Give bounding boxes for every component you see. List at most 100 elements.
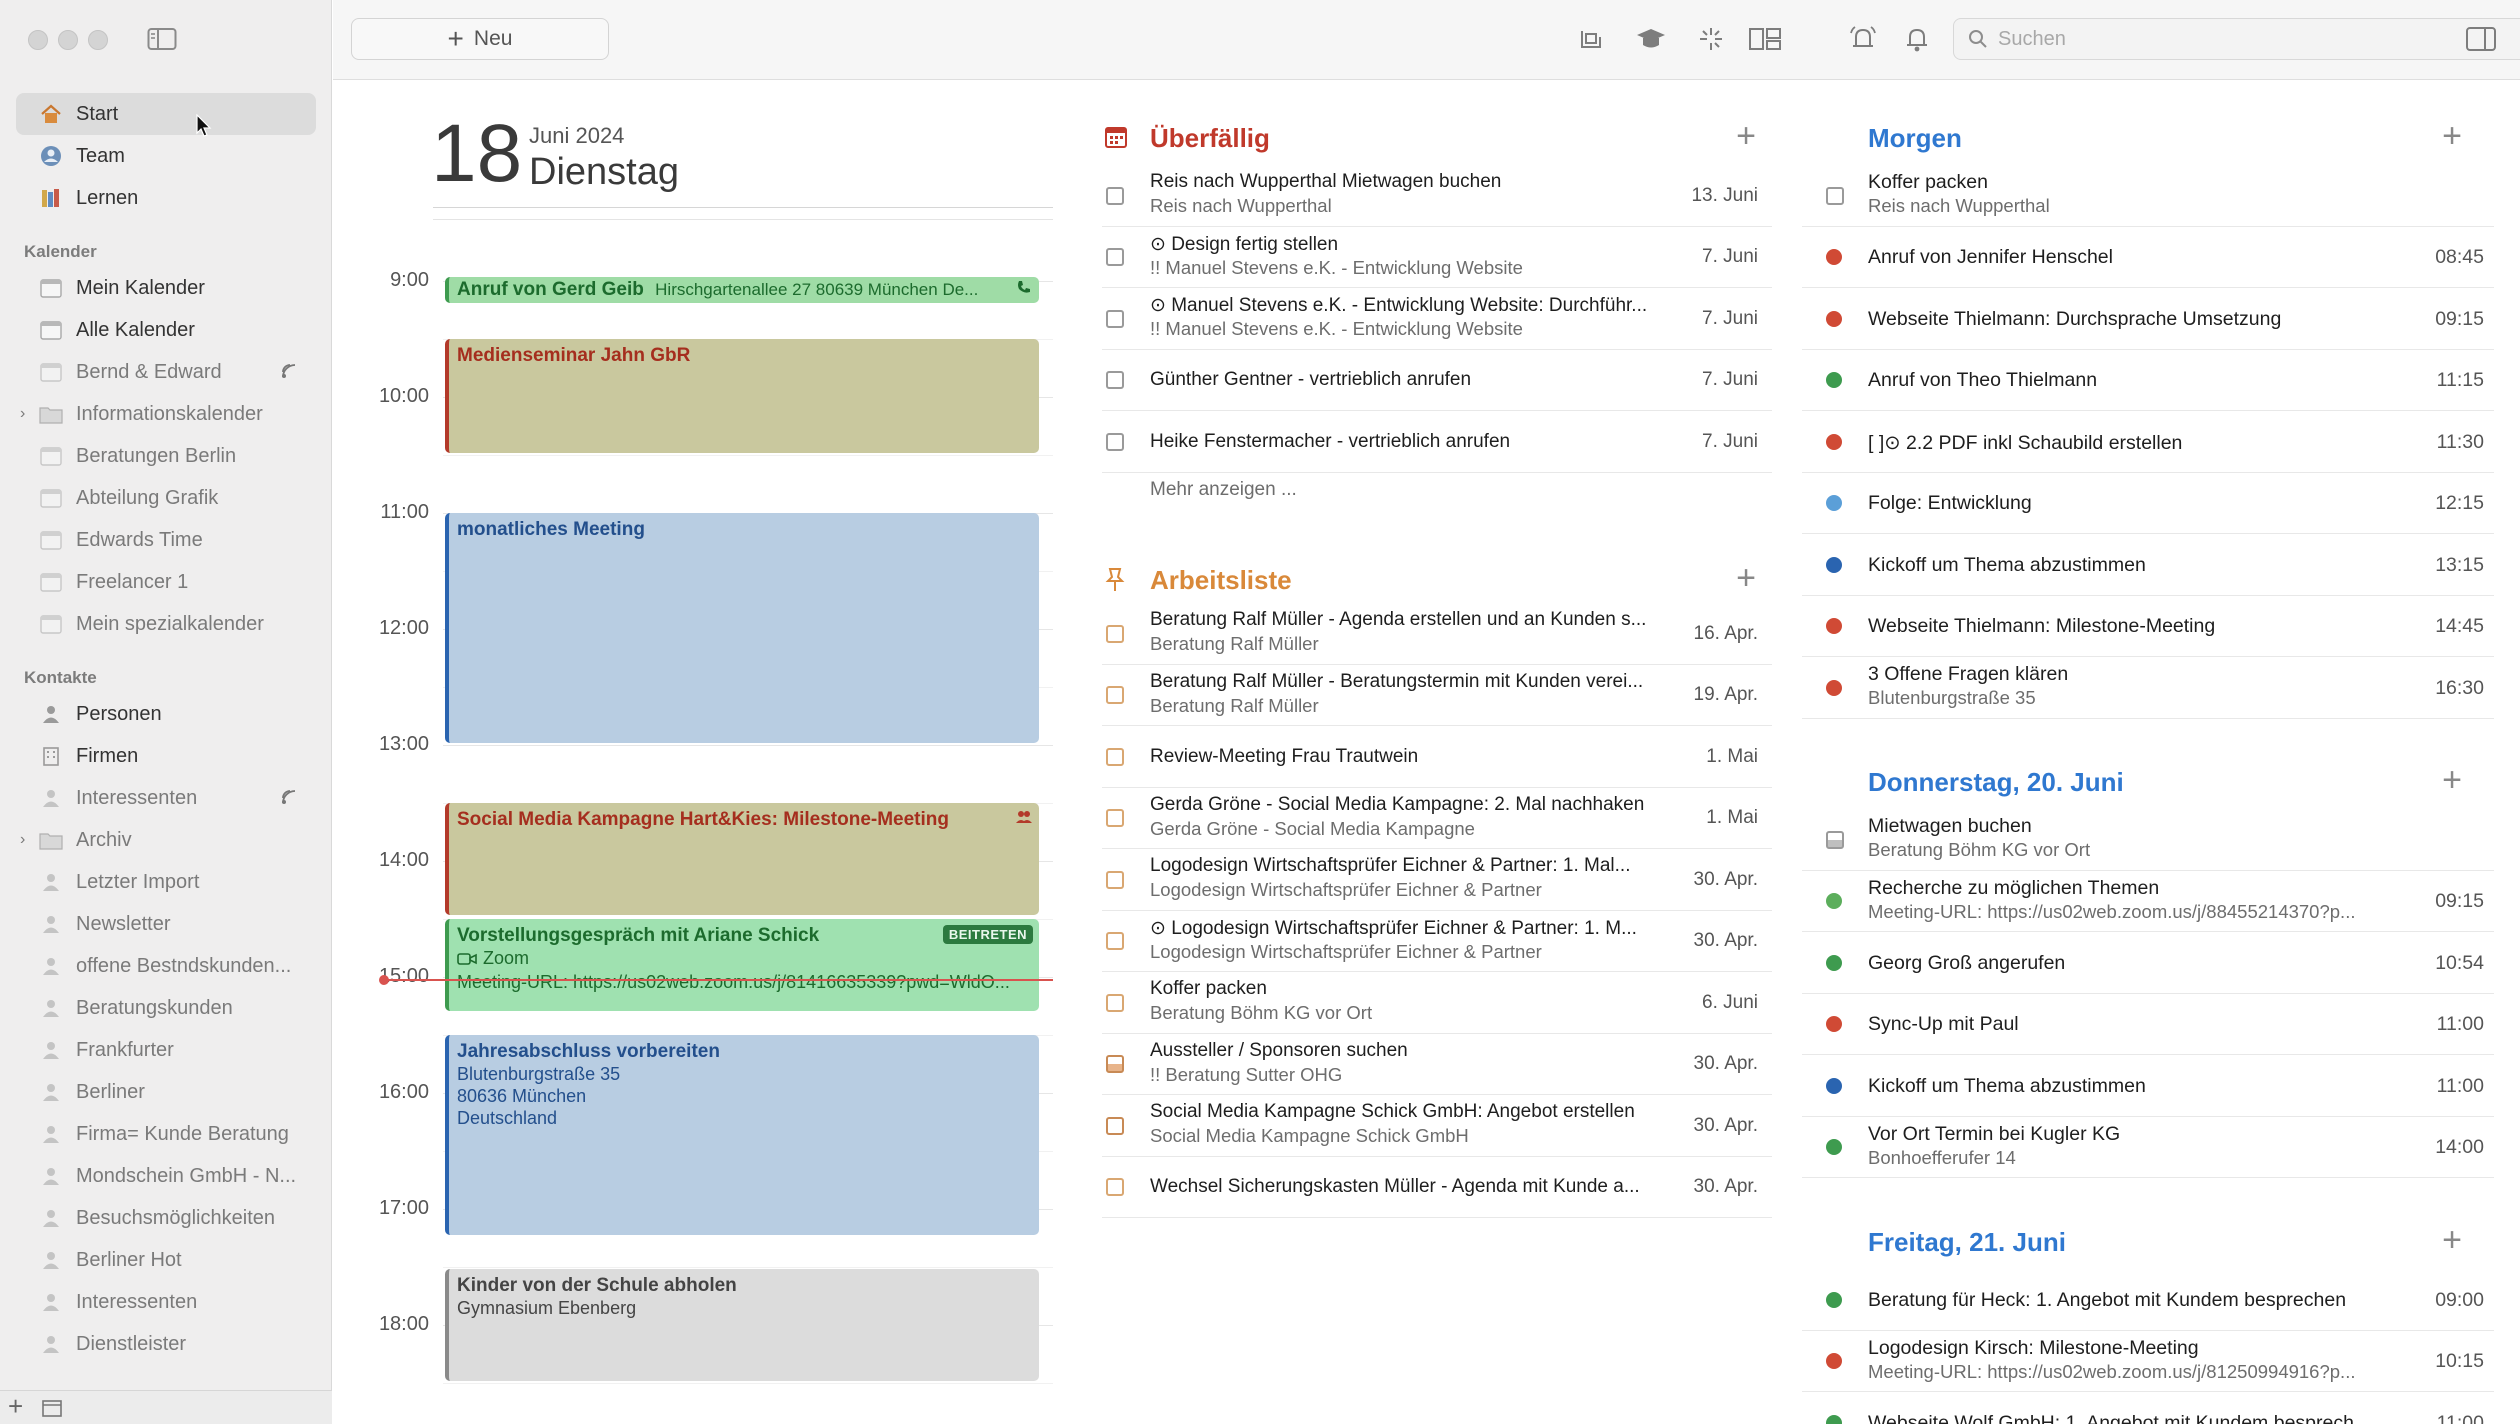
agenda-row[interactable]: Kickoff um Thema abzustimmen 11:00 xyxy=(1802,1055,2494,1117)
agenda-row[interactable]: Vor Ort Termin bei Kugler KG Bonhoefferuf… xyxy=(1802,1117,2494,1178)
event-kinder-abholen[interactable]: Kinder von der Schule abholen Gymnasium … xyxy=(445,1269,1039,1381)
sidebar-calendar-item[interactable]: Abteilung Grafik xyxy=(16,477,316,519)
agenda-row[interactable]: Sync-Up mit Paul 11:00 xyxy=(1802,994,2494,1055)
add-overdue-button[interactable]: + xyxy=(1736,117,1756,156)
task-row[interactable]: Günther Gentner - vertrieblich anrufen 7.… xyxy=(1102,350,1772,411)
window-minimize-button[interactable] xyxy=(58,30,78,50)
agenda-row[interactable]: Webseite Wolf GmbH: 1. Angebot mit Kunde… xyxy=(1802,1392,2494,1424)
sidebar-calendar-item[interactable]: › Informationskalender xyxy=(16,393,316,435)
task-checkbox[interactable] xyxy=(1106,624,1124,643)
window-close-button[interactable] xyxy=(28,30,48,50)
task-checkbox[interactable] xyxy=(1106,747,1124,766)
new-button[interactable]: + Neu xyxy=(351,18,609,60)
task-row[interactable]: Social Media Kampagne Schick GmbH: Angeb… xyxy=(1102,1095,1772,1157)
task-row[interactable]: Beratung Ralf Müller - Beratungstermin m… xyxy=(1102,665,1772,726)
event-vorstellungsgespraech[interactable]: Vorstellungsgespräch mit Ariane Schick Z… xyxy=(445,919,1039,1011)
task-checkbox[interactable] xyxy=(1106,993,1124,1012)
disclosure-chevron-icon[interactable]: › xyxy=(20,405,25,423)
graduation-cap-icon[interactable] xyxy=(1633,22,1669,56)
sidebar-contact-item[interactable]: Interessenten xyxy=(16,777,316,819)
event-medienseminar[interactable]: Medienseminar Jahn GbR xyxy=(445,339,1039,453)
window-zoom-button[interactable] xyxy=(88,30,108,50)
calendar-small-icon[interactable] xyxy=(42,1399,62,1422)
task-checkbox[interactable] xyxy=(1826,830,1844,849)
join-button[interactable]: BEITRETEN xyxy=(942,925,1033,944)
sidebar-contact-item[interactable]: Interessenten xyxy=(16,1281,316,1323)
sidebar-item-start[interactable]: Start xyxy=(16,93,316,135)
bell-icon[interactable] xyxy=(1899,22,1935,56)
sidebar-contact-item[interactable]: Beratungskunden xyxy=(16,987,316,1029)
task-row[interactable]: ⊙ Design fertig stellen!! Manuel Stevens… xyxy=(1102,227,1772,288)
sidebar-calendar-item[interactable]: Mein spezialkalender xyxy=(16,603,316,645)
task-row[interactable]: Heike Fenstermacher - vertrieblich anruf… xyxy=(1102,411,1772,473)
agenda-row[interactable]: Anruf von Theo Thielmann 11:15 xyxy=(1802,350,2494,411)
task-row[interactable]: Beratung Ralf Müller - Agenda erstellen … xyxy=(1102,603,1772,665)
sidebar-contact-item[interactable]: Firma= Kunde Beratung xyxy=(16,1113,316,1155)
task-checkbox[interactable] xyxy=(1826,186,1844,205)
event-anruf-gerd-geib[interactable]: Anruf von Gerd Geib Hirschgartenallee 27… xyxy=(445,277,1039,303)
task-row[interactable]: ⊙ Manuel Stevens e.K. - Entwicklung Webs… xyxy=(1102,288,1772,350)
task-checkbox[interactable] xyxy=(1106,248,1124,267)
sidebar-item-team[interactable]: Team xyxy=(16,135,316,177)
task-checkbox[interactable] xyxy=(1106,371,1124,390)
agenda-row[interactable]: Folge: Entwicklung 12:15 xyxy=(1802,473,2494,534)
agenda-row[interactable]: Logodesign Kirsch: Milestone-Meeting Meet… xyxy=(1802,1331,2494,1392)
task-checkbox[interactable] xyxy=(1106,432,1124,451)
sidebar-contact-item[interactable]: Dienstleister xyxy=(16,1323,316,1365)
task-row[interactable]: Reis nach Wupperthal Mietwagen buchen Rei… xyxy=(1102,165,1772,227)
agenda-row[interactable]: Anruf von Jennifer Henschel 08:45 xyxy=(1802,227,2494,288)
task-checkbox[interactable] xyxy=(1106,932,1124,951)
event-monatliches-meeting[interactable]: monatliches Meeting xyxy=(445,513,1039,743)
task-checkbox[interactable] xyxy=(1106,1178,1124,1197)
sidebar-calendar-item[interactable]: Bernd & Edward xyxy=(16,351,316,393)
event-jahresabschluss[interactable]: Jahresabschluss vorbereiten Blutenburgst… xyxy=(445,1035,1039,1235)
sidebar-calendar-item[interactable]: Mein Kalender xyxy=(16,267,316,309)
layout-icon[interactable] xyxy=(1747,22,1783,56)
agenda-row[interactable]: [ ]⊙ 2.2 PDF inkl Schaubild erstellen 11:… xyxy=(1802,411,2494,473)
search-input[interactable]: Suchen xyxy=(1953,18,2520,60)
add-friday-button[interactable]: + xyxy=(2442,1221,2462,1260)
task-checkbox[interactable] xyxy=(1106,1055,1124,1074)
task-row[interactable]: Gerda Gröne - Social Media Kampagne: 2. … xyxy=(1102,788,1772,849)
sidebar-contact-item[interactable]: offene Bestndskunden... xyxy=(16,945,316,987)
agenda-row[interactable]: 3 Offene Fragen klären Blutenburgstraße 3… xyxy=(1802,657,2494,719)
task-checkbox[interactable] xyxy=(1106,870,1124,889)
box-icon[interactable] xyxy=(1573,22,1609,56)
agenda-row[interactable]: Webseite Thielmann: Durchsprache Umsetzu… xyxy=(1802,288,2494,350)
sidebar-calendar-item[interactable]: Beratungen Berlin xyxy=(16,435,316,477)
show-more-link[interactable]: Mehr anzeigen ... xyxy=(1150,479,1297,501)
alarm-bell-icon[interactable] xyxy=(1845,22,1881,56)
sidebar-contact-item[interactable]: Frankfurter xyxy=(16,1029,316,1071)
sidebar-contact-item[interactable]: Newsletter xyxy=(16,903,316,945)
disclosure-chevron-icon[interactable]: › xyxy=(20,831,25,849)
agenda-row[interactable]: Mietwagen buchen Beratung Böhm KG vor Ort xyxy=(1802,809,2494,871)
agenda-row[interactable]: Beratung für Heck: 1. Angebot mit Kundem… xyxy=(1802,1269,2494,1331)
add-thursday-button[interactable]: + xyxy=(2442,761,2462,800)
agenda-row[interactable]: Kickoff um Thema abzustimmen 13:15 xyxy=(1802,534,2494,596)
sidebar-contact-item[interactable]: Besuchsmöglichkeiten xyxy=(16,1197,316,1239)
task-checkbox[interactable] xyxy=(1106,1116,1124,1135)
sidebar-contact-item[interactable]: › Archiv xyxy=(16,819,316,861)
task-checkbox[interactable] xyxy=(1106,309,1124,328)
task-checkbox[interactable] xyxy=(1106,186,1124,205)
agenda-row[interactable]: Recherche zu möglichen Themen Meeting-URL… xyxy=(1802,871,2494,932)
add-tomorrow-button[interactable]: + xyxy=(2442,117,2462,156)
agenda-row[interactable]: Georg Groß angerufen 10:54 xyxy=(1802,932,2494,994)
task-checkbox[interactable] xyxy=(1106,686,1124,705)
task-row[interactable]: Logodesign Wirtschaftsprüfer Eichner & P… xyxy=(1102,849,1772,911)
task-row[interactable]: ⊙ Logodesign Wirtschaftsprüfer Eichner &… xyxy=(1102,911,1772,972)
sidebar-calendar-item[interactable]: Edwards Time xyxy=(16,519,316,561)
task-row[interactable]: Wechsel Sicherungskasten Müller - Agenda… xyxy=(1102,1157,1772,1218)
sidebar-contact-item[interactable]: Personen xyxy=(16,693,316,735)
task-checkbox[interactable] xyxy=(1106,809,1124,828)
sidebar-item-lernen[interactable]: Lernen xyxy=(16,177,316,219)
task-row[interactable]: Koffer packen Beratung Böhm KG vor Ort 6. … xyxy=(1102,972,1772,1034)
sidebar-contact-item[interactable]: Firmen xyxy=(16,735,316,777)
task-row[interactable]: Aussteller / Sponsoren suchen!! Beratung… xyxy=(1102,1034,1772,1095)
event-social-media-hart-kies[interactable]: Social Media Kampagne Hart&Kies: Milesto… xyxy=(445,803,1039,915)
sidebar-contact-item[interactable]: Letzter Import xyxy=(16,861,316,903)
sidebar-calendar-item[interactable]: Freelancer 1 xyxy=(16,561,316,603)
add-worklist-button[interactable]: + xyxy=(1736,559,1756,598)
task-row[interactable]: Review-Meeting Frau Trautwein 1. Mai xyxy=(1102,726,1772,788)
sidebar-contact-item[interactable]: Berliner Hot xyxy=(16,1239,316,1281)
